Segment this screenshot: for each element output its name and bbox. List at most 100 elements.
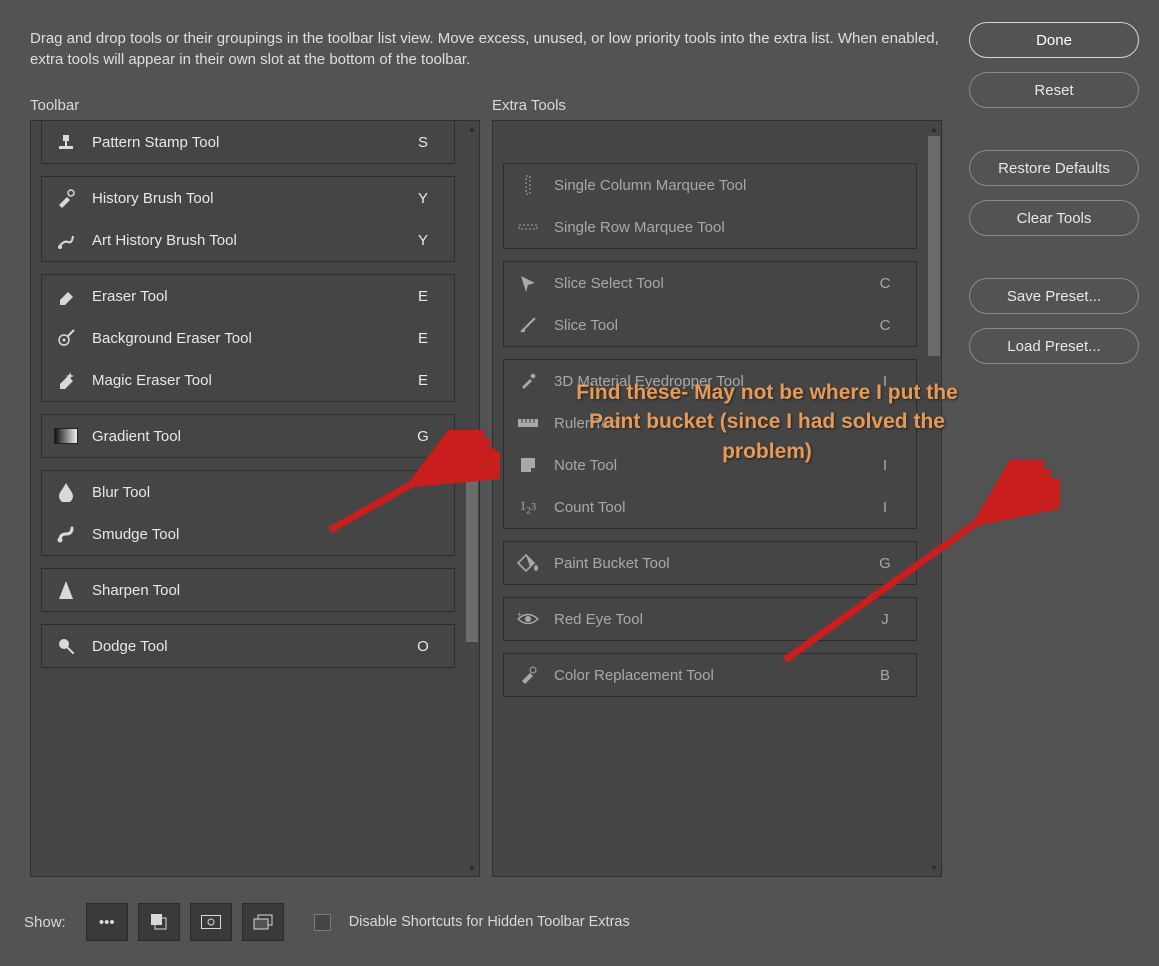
tool-group[interactable]: 3D Material Eyedropper ToolIRuler ToolIN… xyxy=(503,359,917,529)
tool-shortcut: I xyxy=(868,373,902,390)
restore-defaults-button[interactable]: Restore Defaults xyxy=(969,150,1139,186)
tool-label: Single Row Marquee Tool xyxy=(554,219,725,236)
dodge-icon xyxy=(52,634,80,658)
tool-row[interactable]: Blur Tool xyxy=(42,471,454,513)
paint-bucket-icon xyxy=(514,551,542,575)
clear-tools-button[interactable]: Clear Tools xyxy=(969,200,1139,236)
screens-icon xyxy=(253,914,273,930)
show-screen-button[interactable] xyxy=(242,903,284,941)
single-row-marquee-icon xyxy=(514,215,542,239)
extra-scrollbar[interactable]: ▲ ▼ xyxy=(928,122,940,875)
toolbar-scrollbar[interactable]: ▲ ▼ xyxy=(466,122,478,875)
tool-shortcut: E xyxy=(406,288,440,305)
tool-row[interactable]: Color Replacement ToolB xyxy=(504,654,916,696)
note-icon xyxy=(514,453,542,477)
tool-group[interactable]: Sharpen Tool xyxy=(41,568,455,612)
tool-row[interactable]: Eraser Tool E xyxy=(42,275,454,317)
tool-group[interactable]: Paint Bucket Tool G xyxy=(503,541,917,585)
tool-shortcut: G xyxy=(868,555,902,572)
tool-row[interactable]: Slice ToolC xyxy=(504,304,916,346)
tool-label: Eraser Tool xyxy=(92,288,168,305)
blur-icon xyxy=(52,480,80,504)
toolbar-section-label: Toolbar xyxy=(30,97,79,114)
scroll-down-icon[interactable]: ▼ xyxy=(928,861,940,875)
tool-shortcut: E xyxy=(406,330,440,347)
tool-row[interactable]: Background Eraser ToolE xyxy=(42,317,454,359)
tool-label: Count Tool xyxy=(554,499,625,516)
tool-group[interactable]: History Brush ToolYArt History Brush Too… xyxy=(41,176,455,262)
show-mask-button[interactable] xyxy=(190,903,232,941)
tool-row[interactable]: Smudge Tool xyxy=(42,513,454,555)
tool-shortcut: B xyxy=(868,667,902,684)
tool-shortcut: C xyxy=(868,275,902,292)
color-replacement-icon xyxy=(514,663,542,687)
svg-text:+: + xyxy=(517,612,522,619)
scroll-thumb[interactable] xyxy=(928,136,940,356)
tool-label: Note Tool xyxy=(554,457,617,474)
tool-row[interactable]: Dodge ToolO xyxy=(42,625,454,667)
tool-row[interactable]: 3D Material Eyedropper ToolI xyxy=(504,360,916,402)
tool-row[interactable]: Slice Select Tool C xyxy=(504,262,916,304)
tool-label: Ruler Tool xyxy=(554,415,621,432)
tool-shortcut: S xyxy=(406,134,440,151)
ellipsis-icon: ••• xyxy=(99,914,115,931)
toolbar-list[interactable]: Pattern Stamp Tool S History Brush ToolYAr… xyxy=(31,121,465,876)
history-brush-icon xyxy=(52,186,80,210)
tool-row[interactable]: +Red Eye ToolJ xyxy=(504,598,916,640)
tool-label: Slice Select Tool xyxy=(554,275,664,292)
scroll-up-icon[interactable]: ▲ xyxy=(928,122,940,136)
tool-label: Smudge Tool xyxy=(92,526,179,543)
tool-label: Blur Tool xyxy=(92,484,150,501)
tool-group[interactable]: +Red Eye ToolJ xyxy=(503,597,917,641)
tool-row[interactable]: Note ToolI xyxy=(504,444,916,486)
extra-section-label: Extra Tools xyxy=(492,97,566,114)
tool-row[interactable]: History Brush ToolY xyxy=(42,177,454,219)
tool-group[interactable]: Slice Select Tool C Slice ToolC xyxy=(503,261,917,347)
tool-row[interactable]: Single Row Marquee Tool xyxy=(504,206,916,248)
done-button[interactable]: Done xyxy=(969,22,1139,58)
tool-group[interactable]: Pattern Stamp Tool S xyxy=(41,121,455,164)
tool-group[interactable]: Dodge ToolO xyxy=(41,624,455,668)
tool-group[interactable]: Eraser ToolEBackground Eraser ToolEMagic… xyxy=(41,274,455,402)
save-preset-button[interactable]: Save Preset... xyxy=(969,278,1139,314)
tool-group[interactable]: Gradient Tool G xyxy=(41,414,455,458)
tool-group[interactable]: Blur Tool Smudge Tool xyxy=(41,470,455,556)
tool-row[interactable]: Pattern Stamp Tool S xyxy=(42,121,454,163)
tool-row[interactable]: 123Count ToolI xyxy=(504,486,916,528)
material-eyedropper-icon xyxy=(514,369,542,393)
tool-row[interactable]: Gradient Tool G xyxy=(42,415,454,457)
scroll-up-icon[interactable]: ▲ xyxy=(466,122,478,136)
disable-shortcuts-checkbox[interactable] xyxy=(314,914,331,931)
tool-row[interactable]: Ruler ToolI xyxy=(504,402,916,444)
tool-label: Slice Tool xyxy=(554,317,618,334)
tool-label: Paint Bucket Tool xyxy=(554,555,670,572)
tool-shortcut: G xyxy=(406,428,440,445)
tool-group[interactable]: Single Column Marquee Tool Single Row Mar… xyxy=(503,163,917,249)
tool-label: History Brush Tool xyxy=(92,190,213,207)
show-fgbg-button[interactable] xyxy=(138,903,180,941)
bottom-bar: Show: ••• Disable Shortcuts for Hidden T… xyxy=(20,898,1159,946)
extra-list[interactable]: Single Column Marquee Tool Single Row Mar… xyxy=(493,121,927,876)
mask-icon xyxy=(201,915,221,929)
tool-row[interactable]: Single Column Marquee Tool xyxy=(504,164,916,206)
tool-row[interactable]: Magic Eraser ToolE xyxy=(42,359,454,401)
smudge-icon xyxy=(52,522,80,546)
toolbar-panel: Pattern Stamp Tool S History Brush ToolYAr… xyxy=(30,120,480,877)
disable-shortcuts-label: Disable Shortcuts for Hidden Toolbar Ext… xyxy=(349,914,630,930)
tool-row[interactable]: Sharpen Tool xyxy=(42,569,454,611)
scroll-thumb[interactable] xyxy=(466,462,478,642)
red-eye-icon: + xyxy=(514,607,542,631)
tool-row[interactable]: Art History Brush ToolY xyxy=(42,219,454,261)
show-ellipsis-button[interactable]: ••• xyxy=(86,903,128,941)
eraser-icon xyxy=(52,284,80,308)
tool-label: Gradient Tool xyxy=(92,428,181,445)
load-preset-button[interactable]: Load Preset... xyxy=(969,328,1139,364)
reset-button[interactable]: Reset xyxy=(969,72,1139,108)
scroll-down-icon[interactable]: ▼ xyxy=(466,861,478,875)
magic-eraser-icon xyxy=(52,368,80,392)
tool-group[interactable]: Color Replacement ToolB xyxy=(503,653,917,697)
tool-shortcut: E xyxy=(406,372,440,389)
tool-row[interactable]: Paint Bucket Tool G xyxy=(504,542,916,584)
background-eraser-icon xyxy=(52,326,80,350)
tool-label: Pattern Stamp Tool xyxy=(92,134,219,151)
